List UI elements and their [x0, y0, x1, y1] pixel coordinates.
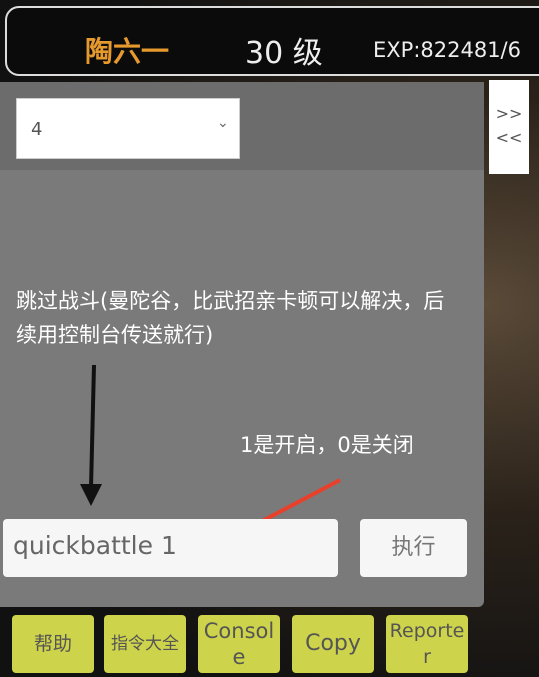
command-input[interactable]: quickbattle 1: [3, 519, 338, 577]
execute-button[interactable]: 执行: [360, 519, 467, 577]
black-arrow-head: [80, 484, 102, 506]
reporter-button[interactable]: Reporter: [386, 615, 468, 673]
copy-button[interactable]: Copy: [292, 615, 374, 673]
command-value: quickbattle 1: [13, 531, 177, 560]
command-list-button[interactable]: 指令大全: [104, 615, 186, 673]
console-button[interactable]: Console: [198, 615, 280, 673]
help-button[interactable]: 帮助: [12, 615, 94, 673]
black-arrow: [89, 364, 96, 489]
